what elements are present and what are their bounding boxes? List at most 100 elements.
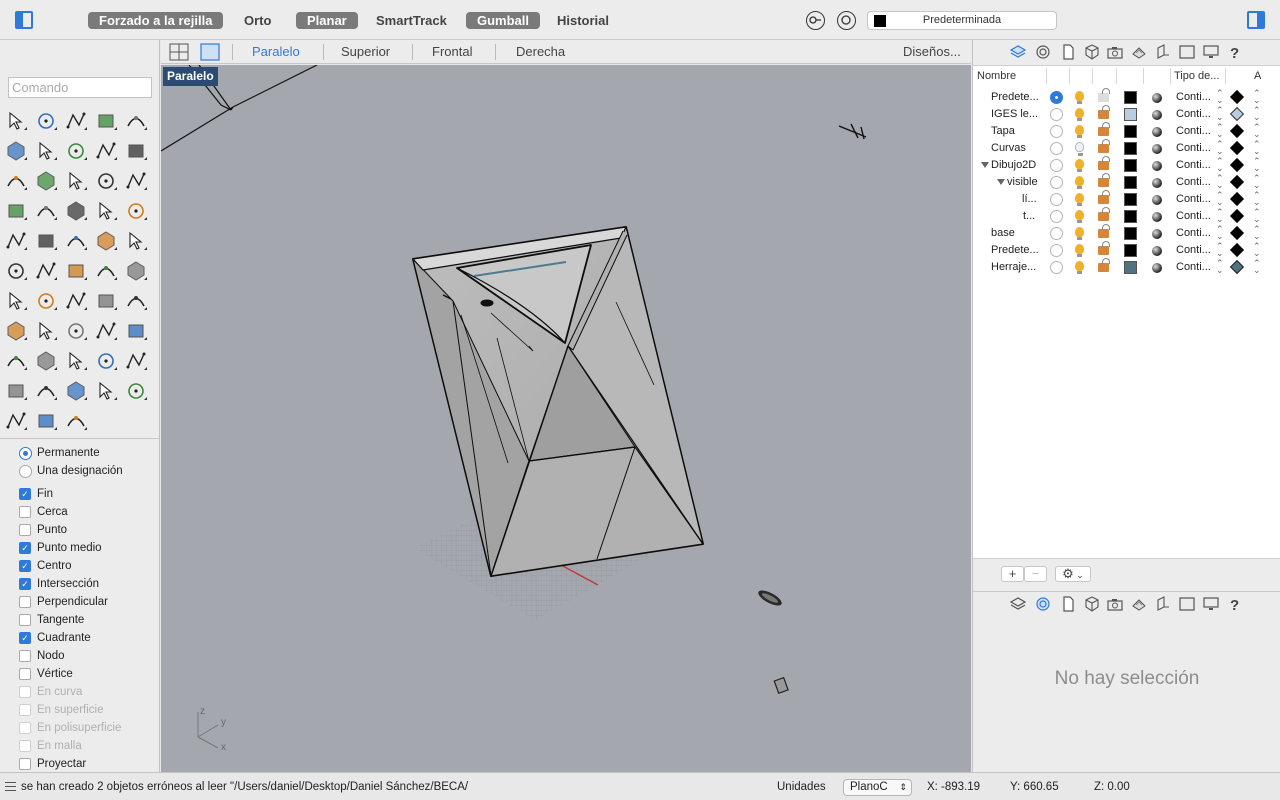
updown-arrows-icon[interactable]: ⌃ ⌄ [1253,208,1261,224]
zoom-window-icon[interactable] [33,318,59,344]
lock-icon[interactable] [1098,207,1110,221]
lightbulb-icon[interactable] [1075,142,1084,156]
updown-arrows-icon[interactable]: ⌃ ⌄ [1253,174,1261,190]
lightbulb-icon[interactable] [1075,159,1084,172]
display-tab-icon[interactable] [1035,44,1051,60]
ellipse-icon[interactable] [3,138,29,164]
radio-unselected[interactable] [19,464,32,478]
lock-icon[interactable] [1098,122,1110,136]
camera-tab-icon[interactable] [1107,596,1123,612]
current-layer-radio[interactable] [1050,227,1063,240]
gumball-tools-icon[interactable] [63,408,89,434]
osnap-item[interactable]: ✓ Cuadrante [19,629,91,647]
updown-arrows-icon[interactable]: ⌃ ⌄ [1253,106,1261,122]
layer-linetype[interactable]: Conti... [1176,91,1211,103]
lightbulb-icon[interactable] [1075,193,1084,206]
layer-name[interactable]: t... [1023,210,1035,222]
checkbox-unchecked[interactable] [19,686,31,698]
layer-name[interactable]: Predete... [991,244,1039,256]
display-mode-tab-icon[interactable] [1203,596,1219,612]
layer-name[interactable]: visible [1007,176,1038,188]
single-viewport-icon[interactable] [200,43,220,61]
updown-arrows-icon[interactable]: ⌃ ⌄ [1253,225,1261,241]
layer-name[interactable]: lí... [1022,193,1037,205]
material-sphere-icon[interactable] [1152,93,1162,103]
pointer-icon[interactable] [33,408,59,434]
osnap-item[interactable]: En curva [19,683,82,701]
material-sphere-icon[interactable] [1152,110,1162,120]
osnap-item[interactable]: Vértice [19,665,73,683]
boolean-union-icon[interactable] [3,228,29,254]
check-icon[interactable] [93,288,119,314]
zoom-icon[interactable] [93,318,119,344]
color-wheel-icon[interactable] [63,378,89,404]
lock-icon[interactable] [1098,139,1110,153]
layer-row[interactable]: Dibujo2D Conti... ⌃ ⌄ ⌃ ⌄ [973,156,1280,174]
light-icon[interactable] [123,348,149,374]
layer-row[interactable]: lí... Conti... ⌃ ⌄ ⌃ ⌄ [973,190,1280,208]
solid-tools-icon[interactable] [93,258,119,284]
array-tools-icon[interactable] [33,258,59,284]
layer-row[interactable]: Predete... Conti... ⌃ ⌄ ⌃ ⌄ [973,241,1280,259]
gumball-toggle[interactable]: Gumball [466,12,541,29]
lock-icon[interactable] [1098,156,1110,170]
layer-linetype[interactable]: Conti... [1176,159,1211,171]
osnap-item[interactable]: Perpendicular [19,593,108,611]
osnap-item[interactable]: Tangente [19,611,84,629]
paint-icon[interactable] [3,318,29,344]
current-layer-radio[interactable] [1050,193,1063,206]
layer-row[interactable]: Predete... Conti... ⌃ ⌄ ⌃ ⌄ [973,88,1280,106]
layer-name[interactable]: Dibujo2D [991,159,1036,171]
polygon-icon[interactable] [93,138,119,164]
four-viewports-icon[interactable] [169,43,189,61]
material-sphere-icon[interactable] [1152,212,1162,222]
material-tab-icon[interactable] [1131,596,1147,612]
checkbox-unchecked[interactable] [19,596,31,608]
lightbulb-icon[interactable] [1075,227,1084,240]
layer-name[interactable]: base [991,227,1015,239]
surface-edit-icon[interactable] [3,198,29,224]
current-layer-radio[interactable] [1050,159,1063,172]
checkbox-checked[interactable]: ✓ [19,542,31,554]
osnap-item[interactable]: En polisuperficie [19,719,121,737]
layers-tab-icon[interactable] [1009,596,1027,612]
lights-tab-icon[interactable] [1155,596,1171,612]
print-color-diamond-icon[interactable] [1229,89,1245,105]
print-color-diamond-icon[interactable] [1229,259,1245,275]
osnap-permanent-option[interactable]: Permanente [19,444,100,462]
lock-icon[interactable] [1098,258,1110,272]
tab-paralelo[interactable]: Paralelo [252,44,300,59]
osnap-once-option[interactable]: Una designación [19,462,123,480]
document-tab-icon[interactable] [1060,44,1076,60]
layer-color-swatch[interactable] [1124,261,1137,274]
split-icon[interactable] [93,198,119,224]
rotate-icon[interactable] [63,228,89,254]
text-icon[interactable] [123,228,149,254]
layouts-button[interactable]: Diseños... [903,44,961,59]
group-icon[interactable] [33,228,59,254]
offset-icon[interactable] [123,198,149,224]
updown-arrows-icon[interactable]: ⌃ ⌄ [1216,157,1224,173]
viewport-perspective[interactable]: z y x Paralelo [161,65,971,772]
osnap-target-icon[interactable] [837,11,856,30]
osnap-item[interactable]: ✓ Intersección [19,575,99,593]
current-layer-radio[interactable] [1050,125,1063,138]
layer-linetype[interactable]: Conti... [1176,210,1211,222]
viewport-canvas[interactable]: z y x [161,65,971,772]
layer-name[interactable]: IGES le... [991,108,1038,120]
layer-linetype[interactable]: Conti... [1176,227,1211,239]
layer-row[interactable]: visible Conti... ⌃ ⌄ ⌃ ⌄ [973,173,1280,191]
render-material-icon[interactable] [33,378,59,404]
updown-arrows-icon[interactable]: ⌃ ⌄ [1253,242,1261,258]
arc-icon[interactable] [33,138,59,164]
plane-icon[interactable] [63,348,89,374]
checkbox-unchecked[interactable] [19,650,31,662]
object-tab-icon[interactable] [1084,596,1100,612]
layer-linetype[interactable]: Conti... [1176,176,1211,188]
updown-arrows-icon[interactable]: ⌃ ⌄ [1216,140,1224,156]
updown-arrows-icon[interactable]: ⌃ ⌄ [1216,225,1224,241]
surface-patch-icon[interactable] [3,168,29,194]
material-sphere-icon[interactable] [1152,127,1162,137]
current-layer-radio[interactable] [1050,108,1063,121]
layer-linetype[interactable]: Conti... [1176,244,1211,256]
